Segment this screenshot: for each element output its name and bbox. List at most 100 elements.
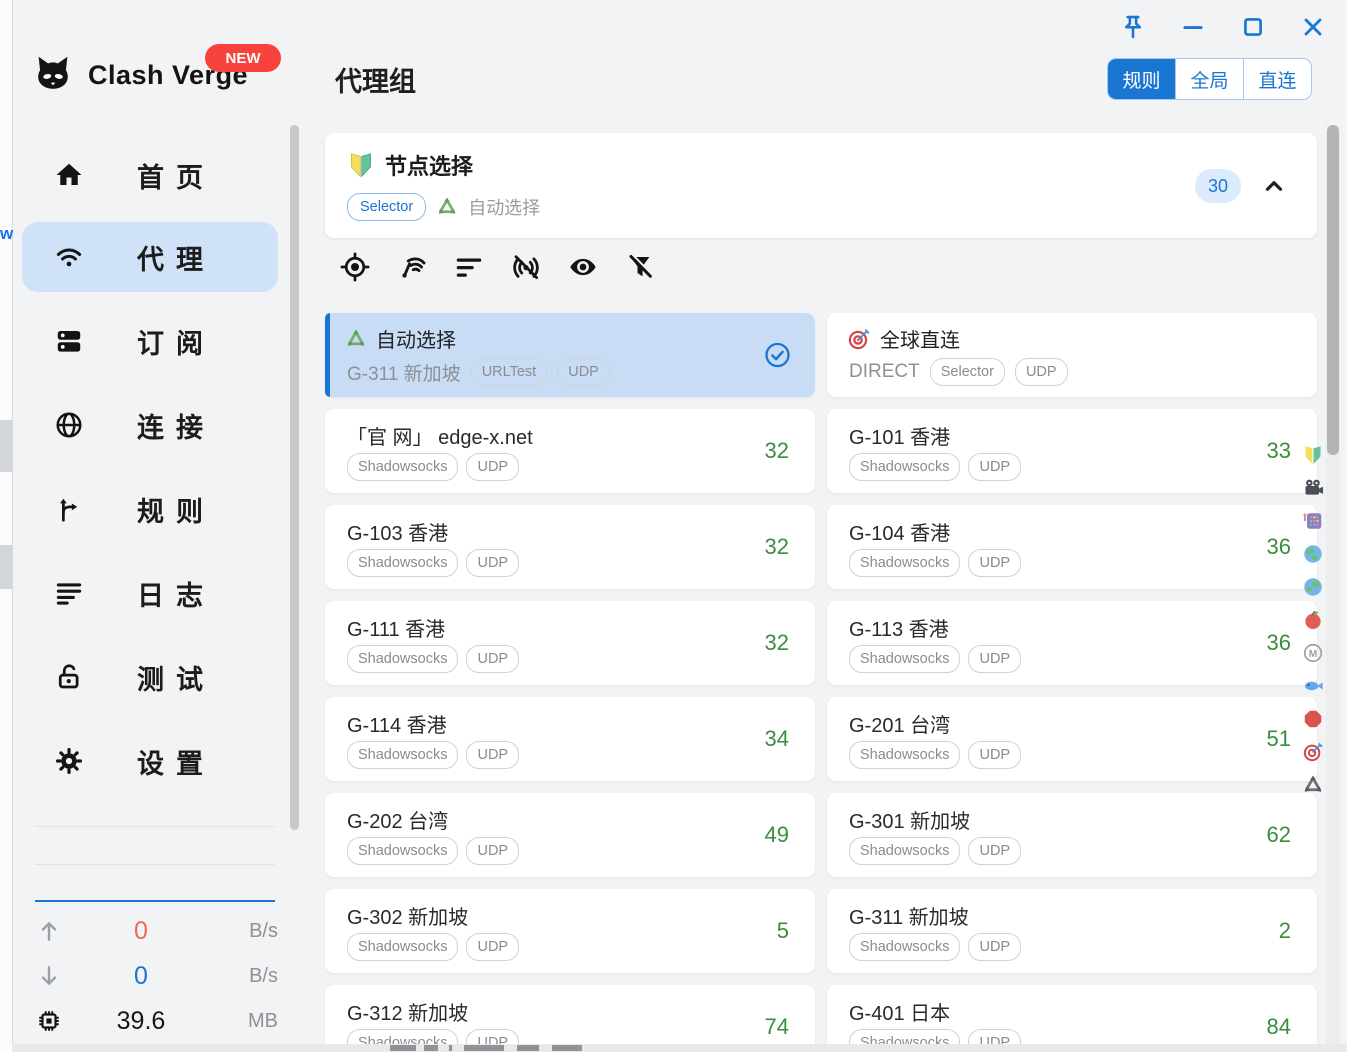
- sidebar-item-rules[interactable]: 规则: [22, 474, 278, 544]
- udp-badge: UDP: [968, 741, 1021, 769]
- wifi-icon: [54, 242, 84, 272]
- proxy-card[interactable]: G-401 日本 ShadowsocksUDP 84: [827, 985, 1317, 1052]
- globe-americas-icon[interactable]: [1302, 543, 1324, 565]
- latency-value[interactable]: 51: [1267, 726, 1291, 752]
- proxy-card[interactable]: G-111 香港 ShadowsocksUDP 32: [325, 601, 815, 685]
- latency-value[interactable]: 32: [765, 438, 789, 464]
- protocol-badge: Shadowsocks: [347, 645, 458, 673]
- circle-m-icon[interactable]: M: [1302, 642, 1324, 664]
- beginner-mark-icon: [347, 151, 375, 179]
- sort-icon[interactable]: [454, 252, 484, 282]
- close-button[interactable]: [1299, 13, 1327, 41]
- sidebar-item-home[interactable]: 首页: [22, 140, 278, 210]
- minimize-button[interactable]: [1179, 13, 1207, 41]
- proxy-card[interactable]: G-301 新加坡 ShadowsocksUDP 62: [827, 793, 1317, 877]
- proxy-card[interactable]: G-312 新加坡 ShadowsocksUDP 74: [325, 985, 815, 1052]
- latency-value[interactable]: 32: [765, 630, 789, 656]
- recycle-icon[interactable]: [1302, 774, 1324, 796]
- latency-value[interactable]: 62: [1267, 822, 1291, 848]
- globe-asia-icon[interactable]: [1302, 576, 1324, 598]
- proxy-name: G-113 香港: [849, 613, 949, 642]
- proxy-card[interactable]: G-114 香港 ShadowsocksUDP 34: [325, 697, 815, 781]
- group-current-proxy: 自动选择: [468, 194, 540, 220]
- proxy-group-header[interactable]: 节点选择 Selector 自动选择 30: [325, 133, 1317, 238]
- download-unit: B/s: [220, 965, 278, 988]
- mode-tabs: 规则 全局 直连: [1107, 58, 1312, 100]
- proxy-name: G-311 新加坡: [849, 901, 969, 930]
- locate-icon[interactable]: [340, 252, 370, 282]
- home-icon: [54, 160, 84, 190]
- sidebar-item-profiles[interactable]: 订阅: [22, 306, 278, 376]
- udp-badge: UDP: [466, 453, 519, 481]
- proxy-card[interactable]: G-113 香港 ShadowsocksUDP 36: [827, 601, 1317, 685]
- proxy-card-auto-select[interactable]: 自动选择 G-311 新加坡 URLTest UDP: [325, 313, 815, 397]
- sidebar-scrollbar[interactable]: [290, 125, 299, 830]
- beginner-mark-icon[interactable]: [1302, 444, 1324, 466]
- proxy-card[interactable]: G-311 新加坡 ShadowsocksUDP 2: [827, 889, 1317, 973]
- movie-camera-icon[interactable]: [1302, 477, 1324, 499]
- latency-value[interactable]: 32: [765, 534, 789, 560]
- proxy-name: 自动选择: [376, 324, 456, 353]
- main-scrollbar-thumb[interactable]: [1327, 125, 1339, 455]
- page-title: 代理组: [335, 60, 416, 99]
- protocol-badge: Shadowsocks: [347, 741, 458, 769]
- globe-icon: [54, 410, 84, 440]
- proxy-card[interactable]: G-104 香港 ShadowsocksUDP 36: [827, 505, 1317, 589]
- filter-off-icon[interactable]: [625, 252, 655, 282]
- udp-badge: UDP: [968, 453, 1021, 481]
- udp-badge: UDP: [968, 933, 1021, 961]
- proxy-card[interactable]: G-202 台湾 ShadowsocksUDP 49: [325, 793, 815, 877]
- proxy-name: G-401 日本: [849, 997, 950, 1026]
- latency-value[interactable]: 34: [765, 726, 789, 752]
- proxy-card[interactable]: 「官 网」 edge-x.net ShadowsocksUDP 32: [325, 409, 815, 493]
- arrow-down-icon: [36, 963, 62, 989]
- dart-target-icon[interactable]: [1302, 741, 1324, 763]
- network-check-icon[interactable]: [397, 252, 427, 282]
- sidebar-item-settings[interactable]: 设置: [22, 726, 278, 796]
- wifi-tethering-off-icon[interactable]: [511, 252, 541, 282]
- tab-rule-mode[interactable]: 规则: [1108, 59, 1175, 99]
- latency-value[interactable]: 74: [765, 1014, 789, 1040]
- sidebar-item-logs[interactable]: 日志: [22, 558, 278, 628]
- group-name: 节点选择: [385, 149, 473, 181]
- udp-badge: UDP: [968, 549, 1021, 577]
- arrow-up-icon: [36, 918, 62, 944]
- udp-badge: UDP: [466, 645, 519, 673]
- latency-value[interactable]: 33: [1267, 438, 1291, 464]
- latency-value[interactable]: 49: [765, 822, 789, 848]
- main-scrollbar-track[interactable]: [1326, 125, 1340, 1044]
- latency-value[interactable]: 2: [1279, 918, 1291, 944]
- protocol-badge: Shadowsocks: [849, 645, 960, 673]
- proxy-card[interactable]: G-201 台湾 ShadowsocksUDP 51: [827, 697, 1317, 781]
- latency-value[interactable]: 5: [777, 918, 789, 944]
- tab-direct-mode[interactable]: 直连: [1243, 59, 1311, 99]
- chip-icon: [36, 1008, 62, 1034]
- proxy-name: 全球直连: [880, 324, 960, 353]
- slot-machine-icon[interactable]: [1302, 510, 1324, 532]
- latency-value[interactable]: 84: [1267, 1014, 1291, 1040]
- pin-button[interactable]: [1119, 13, 1147, 41]
- sidebar-item-proxies[interactable]: 代理: [22, 222, 278, 292]
- apple-icon[interactable]: [1302, 609, 1324, 631]
- visibility-icon[interactable]: [568, 252, 598, 282]
- close-icon: [1299, 13, 1327, 41]
- stop-sign-icon[interactable]: [1302, 708, 1324, 730]
- tab-global-mode[interactable]: 全局: [1175, 59, 1243, 99]
- proxy-name: G-202 台湾: [347, 805, 448, 834]
- logs-icon: [54, 578, 84, 608]
- proxy-card[interactable]: G-302 新加坡 ShadowsocksUDP 5: [325, 889, 815, 973]
- latency-value[interactable]: 36: [1267, 630, 1291, 656]
- fish-icon[interactable]: [1302, 675, 1324, 697]
- check-circle-icon: [764, 342, 791, 369]
- subscriptions-icon: [54, 326, 84, 356]
- sidebar-item-test[interactable]: 测试: [22, 642, 278, 712]
- maximize-button[interactable]: [1239, 13, 1267, 41]
- proxy-card[interactable]: G-101 香港 ShadowsocksUDP 33: [827, 409, 1317, 493]
- proxy-card-direct[interactable]: 全球直连 DIRECT Selector UDP: [827, 313, 1317, 397]
- latency-value[interactable]: 36: [1267, 534, 1291, 560]
- collapse-group-button[interactable]: [1261, 173, 1287, 199]
- sidebar-item-connections[interactable]: 连接: [22, 390, 278, 460]
- protocol-badge: Shadowsocks: [849, 837, 960, 865]
- proxy-card[interactable]: G-103 香港 ShadowsocksUDP 32: [325, 505, 815, 589]
- udp-badge: UDP: [557, 358, 610, 386]
